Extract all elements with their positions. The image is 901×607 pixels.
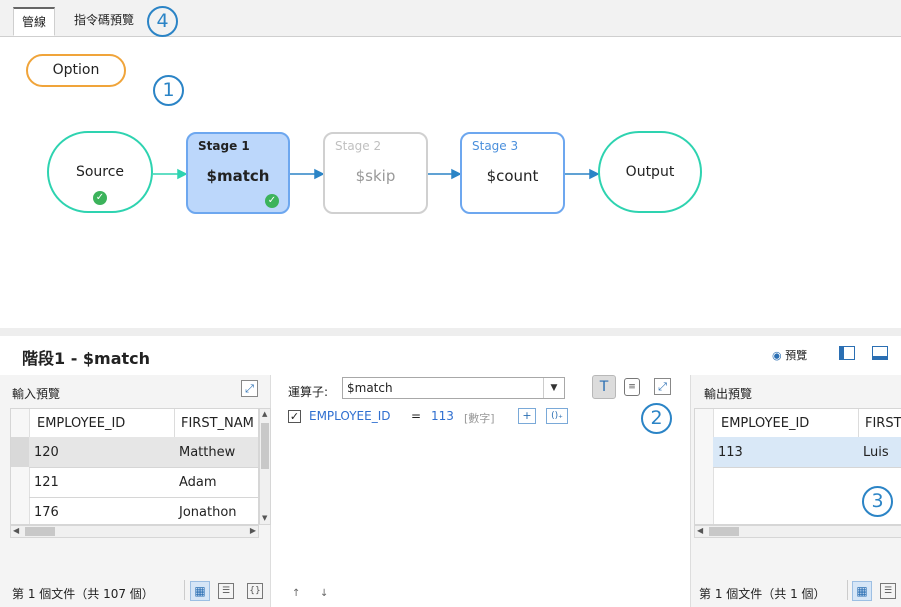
panel-divider[interactable] <box>0 328 901 336</box>
horizontal-scrollbar[interactable]: ◀ ▶ <box>10 525 259 538</box>
operator-select-value: $match <box>347 381 393 395</box>
stage-panel-title: 階段1 - $match <box>22 349 151 368</box>
scroll-down-icon[interactable]: ▼ <box>262 514 267 522</box>
input-preview-title: 輸入預覽 <box>12 387 61 401</box>
scroll-up-icon[interactable]: ▲ <box>262 410 267 418</box>
add-group-icon[interactable]: ()₊ <box>546 408 568 424</box>
scroll-left-icon[interactable]: ◀ <box>13 526 19 535</box>
callout-3: 3 <box>862 486 893 517</box>
output-preview-title: 輸出預覽 <box>704 387 753 401</box>
expand-icon[interactable]: ⤢ <box>241 380 258 397</box>
column-header[interactable]: FIRST <box>865 416 901 431</box>
document-icon[interactable]: ≡ <box>624 378 640 396</box>
scroll-thumb[interactable] <box>261 423 269 469</box>
chevron-down-icon[interactable]: ▼ <box>543 378 564 398</box>
stage3-node[interactable]: Stage 3 $count <box>460 132 565 214</box>
connector-source-stage1 <box>153 168 188 180</box>
stage1-operator: $match <box>206 167 270 185</box>
scroll-right-icon[interactable]: ▶ <box>250 526 256 535</box>
row-gutter-selected <box>11 437 29 467</box>
move-down-icon[interactable]: ↓ <box>320 588 328 599</box>
condition-checkbox[interactable]: ✓ <box>288 410 301 423</box>
divider <box>847 580 848 600</box>
stage3-title: Stage 3 <box>472 139 519 153</box>
condition-type: [數字] <box>464 412 495 425</box>
preview-toggle-label: 預覽 <box>785 349 808 362</box>
grid-header: EMPLOYEE_ID FIRST_NAM <box>29 409 258 438</box>
row-gutter <box>695 409 714 524</box>
output-doc-counter: 第 1 個文件（共 1 個） <box>699 587 826 601</box>
table-cell: 176 <box>34 505 59 520</box>
table-row[interactable]: 121 Adam <box>29 467 258 498</box>
scroll-thumb[interactable] <box>709 527 739 536</box>
list-view-icon[interactable]: ☰ <box>880 583 896 599</box>
input-grid: EMPLOYEE_ID FIRST_NAM 120 Matthew 121 Ad… <box>10 408 259 525</box>
stage1-title: Stage 1 <box>198 139 250 153</box>
scroll-thumb[interactable] <box>25 527 55 536</box>
operator-label: 運算子: <box>288 385 329 399</box>
table-cell: Adam <box>179 475 217 490</box>
table-row[interactable]: 113 Luis <box>713 437 901 468</box>
eye-icon: ◉ <box>772 349 782 362</box>
grid-view-icon[interactable]: ▦ <box>852 581 872 601</box>
preview-toggle[interactable]: ◉ 預覽 <box>772 347 807 363</box>
row-gutter <box>11 409 30 524</box>
table-cell: Matthew <box>179 445 236 460</box>
move-up-icon[interactable]: ↑ <box>292 588 300 599</box>
column-divider <box>174 409 175 437</box>
pipeline-connectors <box>153 168 600 180</box>
divider <box>184 580 185 600</box>
connector-stage1-stage2 <box>290 168 325 180</box>
table-cell: 121 <box>34 475 59 490</box>
stage2-node[interactable]: Stage 2 $skip <box>323 132 428 214</box>
table-cell: Jonathon <box>179 505 237 520</box>
list-view-icon[interactable]: ☰ <box>218 583 234 599</box>
operator-select[interactable]: $match ▼ <box>342 377 565 399</box>
column-divider <box>858 409 859 437</box>
json-view-icon[interactable]: {} <box>247 583 263 599</box>
column-header[interactable]: FIRST_NAM <box>181 416 254 431</box>
layout-side-icon[interactable] <box>839 346 855 360</box>
condition-field[interactable]: EMPLOYEE_ID <box>309 409 391 423</box>
stage2-title: Stage 2 <box>335 139 382 153</box>
stage2-operator: $skip <box>355 167 396 185</box>
table-row[interactable]: 120 Matthew <box>29 437 258 468</box>
callout-2: 2 <box>641 403 672 434</box>
output-node[interactable]: Output <box>598 131 702 213</box>
stage3-operator: $count <box>486 167 539 185</box>
expand-icon[interactable]: ⤢ <box>654 378 671 395</box>
horizontal-scrollbar[interactable]: ◀ <box>694 525 901 538</box>
layout-bottom-icon[interactable] <box>872 346 888 360</box>
grid-view-icon[interactable]: ▦ <box>190 581 210 601</box>
connector-stage2-stage3 <box>428 168 462 180</box>
text-mode-icon[interactable]: T <box>592 375 616 399</box>
add-condition-icon[interactable]: + <box>518 408 536 424</box>
input-doc-counter: 第 1 個文件（共 107 個） <box>12 587 154 601</box>
table-cell: Luis <box>863 445 889 460</box>
column-header[interactable]: EMPLOYEE_ID <box>721 416 809 431</box>
column-header[interactable]: EMPLOYEE_ID <box>37 416 125 431</box>
stage1-node[interactable]: Stage 1 $match ✓ <box>186 132 290 214</box>
connector-stage3-output <box>565 168 600 180</box>
output-label: Output <box>625 164 675 180</box>
check-icon: ✓ <box>265 194 279 208</box>
vertical-scrollbar[interactable]: ▲ ▼ <box>259 408 271 525</box>
scroll-left-icon[interactable]: ◀ <box>697 526 703 535</box>
table-cell: 120 <box>34 445 59 460</box>
grid-header: EMPLOYEE_ID FIRST <box>713 409 901 438</box>
condition-value[interactable]: 113 <box>431 409 454 423</box>
condition-operator[interactable]: = <box>411 409 421 423</box>
table-cell: 113 <box>718 445 743 460</box>
table-row[interactable]: 176 Jonathon <box>29 497 258 524</box>
